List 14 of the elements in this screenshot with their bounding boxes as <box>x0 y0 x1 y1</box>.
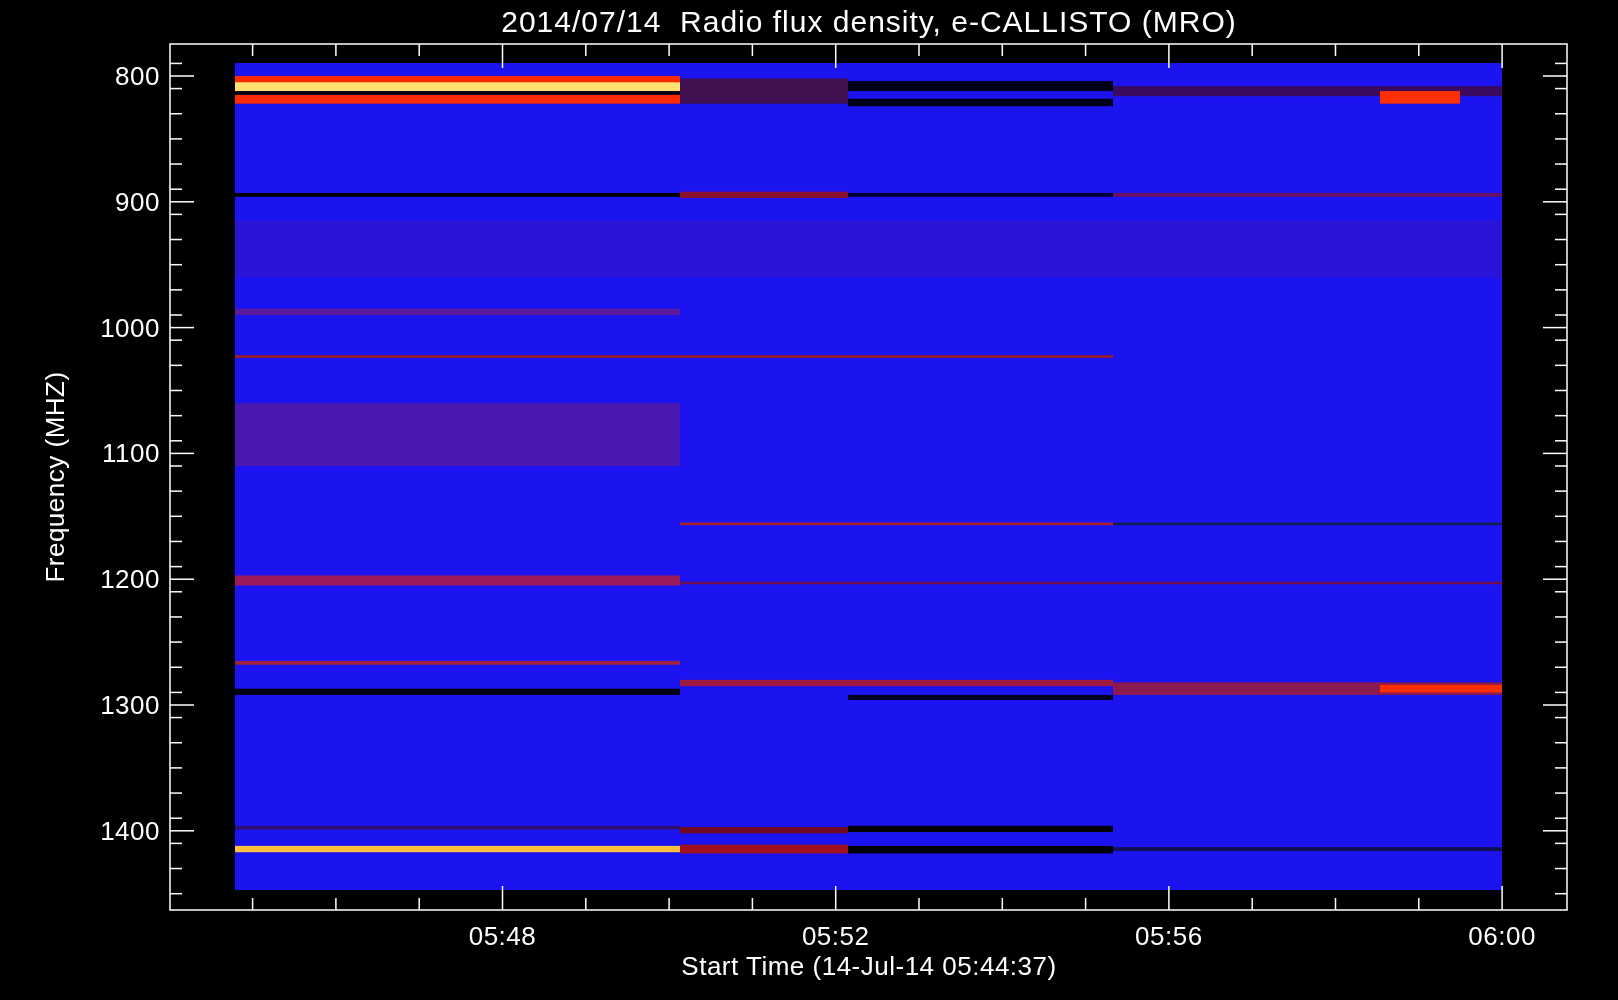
tick-label: 06:00 <box>1468 921 1536 951</box>
axis-label: Start Time (14-Jul-14 05:44:37) <box>681 951 1057 981</box>
tick-label: 05:48 <box>468 921 537 951</box>
tick-label: 1400 <box>100 815 160 846</box>
tick-label: 1100 <box>102 438 160 469</box>
tick-label: 1000 <box>100 312 160 343</box>
tick-label: 1300 <box>100 690 160 720</box>
tick-label: 800 <box>115 61 160 91</box>
tick-label: 900 <box>115 186 160 217</box>
plot-title: 2014/07/14 Radio flux density, e-CALLISTO (MRO) <box>501 5 1237 38</box>
axis-label: Frequency (MHZ) <box>40 371 70 583</box>
tick-label: 05:56 <box>1135 921 1203 951</box>
tick-label: 05:52 <box>801 921 870 951</box>
tick-label: 1200 <box>100 564 160 595</box>
